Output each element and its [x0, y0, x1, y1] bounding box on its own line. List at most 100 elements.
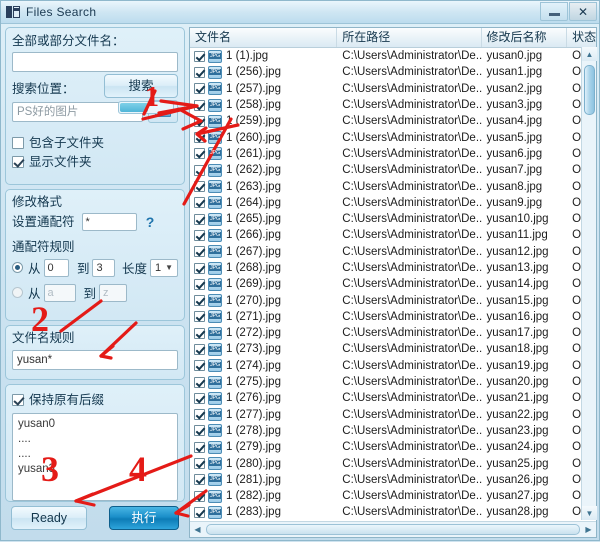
- cell-filename[interactable]: JPG 1 (271).jpg: [190, 309, 337, 325]
- row-checkbox[interactable]: [194, 213, 205, 225]
- row-checkbox[interactable]: [194, 66, 205, 78]
- table-row[interactable]: JPG 1 (281).jpg C:\Users\Administrator\De.…: [190, 472, 596, 488]
- table-row[interactable]: JPG 1 (279).jpg C:\Users\Administrator\De.…: [190, 439, 596, 455]
- table-row[interactable]: JPG 1 (283).jpg C:\Users\Administrator\De.…: [190, 504, 596, 520]
- cell-filename[interactable]: JPG 1 (1).jpg: [190, 48, 337, 64]
- table-row[interactable]: JPG 1 (258).jpg C:\Users\Administrator\De.…: [190, 97, 596, 113]
- cell-filename[interactable]: JPG 1 (268).jpg: [190, 260, 337, 276]
- column-header-filename[interactable]: 文件名: [190, 28, 338, 47]
- column-header-newname[interactable]: 修改后名称: [482, 28, 568, 47]
- row-checkbox[interactable]: [194, 278, 205, 290]
- table-row[interactable]: JPG 1 (259).jpg C:\Users\Administrator\De.…: [190, 113, 596, 129]
- rule2-to-input[interactable]: z: [99, 283, 128, 302]
- horizontal-scroll-thumb[interactable]: [206, 524, 580, 535]
- row-checkbox[interactable]: [194, 99, 205, 111]
- cell-filename[interactable]: JPG 1 (262).jpg: [190, 162, 337, 178]
- row-checkbox[interactable]: [194, 474, 205, 486]
- cell-filename[interactable]: JPG 1 (257).jpg: [190, 81, 337, 97]
- column-header-path[interactable]: 所在路径: [337, 28, 482, 47]
- cell-filename[interactable]: JPG 1 (280).jpg: [190, 456, 337, 472]
- cell-filename[interactable]: JPG 1 (273).jpg: [190, 341, 337, 357]
- row-checkbox[interactable]: [194, 425, 205, 437]
- scroll-up-icon[interactable]: ▲: [582, 47, 597, 61]
- cell-filename[interactable]: JPG 1 (277).jpg: [190, 407, 337, 423]
- row-checkbox[interactable]: [194, 311, 205, 323]
- table-row[interactable]: JPG 1 (271).jpg C:\Users\Administrator\De.…: [190, 309, 596, 325]
- cell-filename[interactable]: JPG 1 (265).jpg: [190, 211, 337, 227]
- cell-filename[interactable]: JPG 1 (274).jpg: [190, 358, 337, 374]
- table-row[interactable]: JPG 1 (280).jpg C:\Users\Administrator\De.…: [190, 455, 596, 471]
- rule1-length-select[interactable]: 1 ▼: [150, 258, 178, 277]
- row-checkbox[interactable]: [194, 392, 205, 404]
- cell-filename[interactable]: JPG 1 (281).jpg: [190, 472, 337, 488]
- row-checkbox[interactable]: [194, 181, 205, 193]
- keep-suffix-checkbox[interactable]: [12, 393, 24, 406]
- minimize-button[interactable]: [540, 2, 568, 21]
- table-row[interactable]: JPG 1 (278).jpg C:\Users\Administrator\De.…: [190, 423, 596, 439]
- row-checkbox[interactable]: [194, 376, 205, 388]
- table-row[interactable]: JPG 1 (277).jpg C:\Users\Administrator\De.…: [190, 407, 596, 423]
- row-checkbox[interactable]: [194, 441, 205, 453]
- table-row[interactable]: JPG 1 (264).jpg C:\Users\Administrator\De.…: [190, 195, 596, 211]
- question-icon[interactable]: ?: [143, 214, 158, 230]
- rule2-radio[interactable]: [12, 287, 23, 298]
- table-row[interactable]: JPG 1 (257).jpg C:\Users\Administrator\De.…: [190, 81, 596, 97]
- filename-rule-input[interactable]: yusan*: [12, 350, 178, 370]
- row-checkbox[interactable]: [194, 83, 205, 95]
- row-checkbox[interactable]: [194, 490, 205, 502]
- cell-filename[interactable]: JPG 1 (259).jpg: [190, 113, 337, 129]
- table-row[interactable]: JPG 1 (272).jpg C:\Users\Administrator\De.…: [190, 325, 596, 341]
- table-row[interactable]: JPG 1 (261).jpg C:\Users\Administrator\De.…: [190, 146, 596, 162]
- show-folders-checkbox[interactable]: [12, 155, 24, 168]
- rule2-from-input[interactable]: a: [43, 283, 76, 302]
- wildcard-rule-2[interactable]: 从 a 到 z: [12, 283, 178, 302]
- cell-filename[interactable]: JPG 1 (263).jpg: [190, 179, 337, 195]
- table-row[interactable]: JPG 1 (269).jpg C:\Users\Administrator\De.…: [190, 276, 596, 292]
- keep-suffix-row[interactable]: 保持原有后缀: [12, 390, 178, 409]
- filename-input[interactable]: [12, 52, 178, 72]
- cell-filename[interactable]: JPG 1 (266).jpg: [190, 227, 337, 243]
- cell-filename[interactable]: JPG 1 (282).jpg: [190, 488, 337, 504]
- cell-filename[interactable]: JPG 1 (272).jpg: [190, 325, 337, 341]
- table-row[interactable]: JPG 1 (268).jpg C:\Users\Administrator\De.…: [190, 260, 596, 276]
- row-checkbox[interactable]: [194, 409, 205, 421]
- vertical-scrollbar[interactable]: ▲ ▼: [581, 47, 597, 520]
- row-checkbox[interactable]: [194, 360, 205, 372]
- ready-button[interactable]: Ready: [11, 506, 87, 530]
- scroll-left-icon[interactable]: ◀: [190, 523, 205, 537]
- cell-filename[interactable]: JPG 1 (261).jpg: [190, 146, 337, 162]
- rule1-radio[interactable]: [12, 262, 23, 273]
- cell-filename[interactable]: JPG 1 (269).jpg: [190, 276, 337, 292]
- row-checkbox[interactable]: [194, 343, 205, 355]
- table-row[interactable]: JPG 1 (260).jpg C:\Users\Administrator\De.…: [190, 129, 596, 145]
- row-checkbox[interactable]: [194, 50, 205, 62]
- execute-button[interactable]: 执行: [109, 506, 179, 530]
- row-checkbox[interactable]: [194, 246, 205, 258]
- row-checkbox[interactable]: [194, 295, 205, 307]
- cell-filename[interactable]: JPG 1 (279).jpg: [190, 439, 337, 455]
- table-row[interactable]: JPG 1 (265).jpg C:\Users\Administrator\De.…: [190, 211, 596, 227]
- close-button[interactable]: ✕: [569, 2, 597, 21]
- wildcard-rule-1[interactable]: 从 0 到 3 长度 1 ▼: [12, 258, 178, 277]
- table-row[interactable]: JPG 1 (263).jpg C:\Users\Administrator\De.…: [190, 178, 596, 194]
- table-row[interactable]: JPG 1 (262).jpg C:\Users\Administrator\De.…: [190, 162, 596, 178]
- search-button[interactable]: 搜索: [104, 74, 178, 98]
- row-checkbox[interactable]: [194, 148, 205, 160]
- horizontal-scrollbar[interactable]: ◀ ▶: [190, 521, 596, 537]
- vertical-scroll-thumb[interactable]: [584, 65, 595, 115]
- cell-filename[interactable]: JPG 1 (264).jpg: [190, 195, 337, 211]
- wildcard-input[interactable]: *: [81, 213, 137, 231]
- cell-filename[interactable]: JPG 1 (256).jpg: [190, 64, 337, 80]
- cell-filename[interactable]: JPG 1 (278).jpg: [190, 423, 337, 439]
- table-row[interactable]: JPG 1 (274).jpg C:\Users\Administrator\De.…: [190, 358, 596, 374]
- table-row[interactable]: JPG 1 (256).jpg C:\Users\Administrator\De.…: [190, 64, 596, 80]
- table-row[interactable]: JPG 1 (1).jpg C:\Users\Administrator\De...…: [190, 48, 596, 64]
- show-folders-row[interactable]: 显示文件夹: [12, 152, 112, 171]
- cell-filename[interactable]: JPG 1 (270).jpg: [190, 293, 337, 309]
- table-row[interactable]: JPG 1 (266).jpg C:\Users\Administrator\De.…: [190, 227, 596, 243]
- row-checkbox[interactable]: [194, 164, 205, 176]
- rule1-to-input[interactable]: 3: [92, 258, 115, 277]
- row-checkbox[interactable]: [194, 132, 205, 144]
- table-row[interactable]: JPG 1 (273).jpg C:\Users\Administrator\De.…: [190, 341, 596, 357]
- cell-filename[interactable]: JPG 1 (260).jpg: [190, 130, 337, 146]
